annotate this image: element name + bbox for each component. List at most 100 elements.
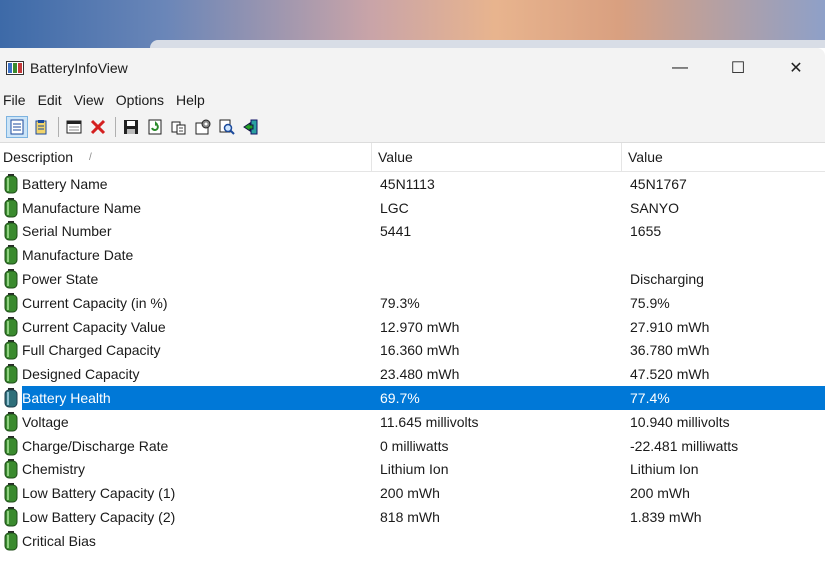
- row-label: Manufacture Date: [22, 247, 134, 264]
- battery-icon: [4, 459, 18, 479]
- row-value-1: [376, 267, 626, 291]
- row-value-2: 200 mWh: [630, 485, 690, 502]
- column-header-value-1[interactable]: Value: [372, 143, 622, 171]
- window-icon[interactable]: [63, 116, 85, 138]
- row-value-2: 10.940 millivolts: [630, 413, 730, 430]
- list-header: Description / Value Value: [0, 143, 825, 172]
- title-bar[interactable]: BatteryInfoView — ☐ ✕: [0, 48, 825, 88]
- options-icon[interactable]: [192, 116, 214, 138]
- row-value-1: 79.3%: [380, 294, 420, 311]
- list-item-selected[interactable]: Battery Health 69.7% 77.4%: [0, 386, 825, 410]
- row-value-2: -22.481 milliwatts: [630, 437, 739, 454]
- properties-icon[interactable]: [6, 116, 28, 138]
- column-header-label: Value: [378, 149, 413, 165]
- maximize-button[interactable]: ☐: [709, 48, 767, 88]
- delete-icon[interactable]: [87, 116, 109, 138]
- row-value-1: 12.970 mWh: [380, 318, 460, 335]
- row-label: Serial Number: [22, 223, 112, 240]
- row-value-2: 77.4%: [630, 390, 670, 407]
- battery-icon: [4, 364, 18, 384]
- battery-icon: [4, 245, 18, 265]
- row-value-1: [376, 529, 626, 553]
- row-label: Low Battery Capacity (2): [22, 509, 176, 526]
- column-header-description[interactable]: Description /: [0, 143, 372, 171]
- row-value-1: LGC: [380, 199, 409, 216]
- battery-icon: [4, 483, 18, 503]
- row-value-2: Discharging: [630, 271, 704, 288]
- row-value-1: [376, 243, 626, 267]
- row-value-2: Lithium Ion: [630, 461, 699, 478]
- column-header-value-2[interactable]: Value: [622, 143, 825, 171]
- row-value-1: 69.7%: [380, 390, 420, 407]
- battery-icon: [4, 411, 18, 432]
- list-item[interactable]: Low Battery Capacity (1) 200 mWh 200 mWh: [0, 481, 825, 505]
- battery-icon: [4, 530, 18, 551]
- list-item[interactable]: Critical Bias: [0, 529, 825, 553]
- list-item[interactable]: Battery Name 45N1113 45N1767: [0, 172, 825, 196]
- window-title: BatteryInfoView: [30, 60, 128, 76]
- row-value-2: 36.780 mWh: [630, 342, 710, 359]
- toolbar-separator: [58, 117, 59, 137]
- row-value-2: 75.9%: [630, 294, 670, 311]
- menu-options[interactable]: Options: [113, 92, 172, 108]
- battery-icon: [4, 173, 18, 194]
- search-icon[interactable]: [216, 116, 238, 138]
- list-item[interactable]: Low Battery Capacity (2) 818 mWh 1.839 mWh: [0, 505, 825, 529]
- row-value-1: 818 mWh: [380, 509, 440, 526]
- list-item[interactable]: Chemistry Lithium Ion Lithium Ion: [0, 458, 825, 482]
- menu-edit[interactable]: Edit: [35, 92, 70, 108]
- close-button[interactable]: ✕: [767, 48, 825, 88]
- row-label: Charge/Discharge Rate: [22, 437, 169, 454]
- battery-icon: [4, 435, 18, 456]
- row-value-2: SANYO: [630, 199, 680, 216]
- app-window: BatteryInfoView — ☐ ✕ File Edit View Opt…: [0, 48, 825, 567]
- report-icon[interactable]: [30, 116, 52, 138]
- row-label: Low Battery Capacity (1): [22, 485, 176, 502]
- row-label: Power State: [22, 271, 99, 288]
- menu-file[interactable]: File: [0, 92, 34, 108]
- list-item[interactable]: Current Capacity Value 12.970 mWh 27.910 m…: [0, 315, 825, 339]
- list-item[interactable]: Charge/Discharge Rate 0 milliwatts -22.481…: [0, 434, 825, 458]
- battery-app-icon: [6, 61, 24, 75]
- row-value-2: 1655: [630, 223, 662, 240]
- battery-icon: [4, 221, 18, 241]
- battery-info-list: Battery Name 45N1113 45N1767 Manufacture N…: [0, 172, 825, 553]
- row-label: Chemistry: [22, 461, 86, 478]
- row-label: Battery Name: [22, 175, 108, 192]
- list-item[interactable]: Manufacture Date: [0, 243, 825, 267]
- row-value-1: 45N1113: [380, 175, 435, 192]
- menu-help[interactable]: Help: [173, 92, 213, 108]
- row-value-1: 16.360 mWh: [380, 342, 460, 359]
- minimize-button[interactable]: —: [651, 48, 709, 88]
- row-value-1: Lithium Ion: [380, 461, 449, 478]
- list-item[interactable]: Serial Number 5441 1655: [0, 220, 825, 244]
- list-item[interactable]: Power State Discharging: [0, 267, 825, 291]
- exit-icon[interactable]: [240, 116, 262, 138]
- row-label: Designed Capacity: [22, 366, 140, 383]
- row-label: Current Capacity (in %): [22, 294, 168, 311]
- row-label: Battery Health: [22, 390, 111, 407]
- row-value-1: 0 milliwatts: [380, 437, 449, 454]
- refresh-icon[interactable]: [144, 116, 166, 138]
- column-header-label: Value: [628, 149, 663, 165]
- battery-icon: [4, 292, 18, 313]
- battery-icon: [4, 340, 18, 360]
- row-value-1: 23.480 mWh: [380, 366, 460, 383]
- list-item[interactable]: Voltage 11.645 millivolts 10.940 millivolt…: [0, 410, 825, 434]
- menu-view[interactable]: View: [71, 92, 112, 108]
- row-label: Full Charged Capacity: [22, 342, 161, 359]
- save-icon[interactable]: [120, 116, 142, 138]
- toolbar-separator: [115, 117, 116, 137]
- list-item[interactable]: Manufacture Name LGC SANYO: [0, 196, 825, 220]
- copy-icon[interactable]: [168, 116, 190, 138]
- column-header-label: Description: [3, 149, 74, 165]
- row-value-1: 200 mWh: [380, 485, 440, 502]
- row-value-2: 45N1767: [630, 175, 687, 192]
- battery-icon: [4, 197, 18, 218]
- list-item[interactable]: Designed Capacity 23.480 mWh 47.520 mWh: [0, 362, 825, 386]
- list-item[interactable]: Current Capacity (in %) 79.3% 75.9%: [0, 291, 825, 315]
- desktop-wallpaper: [0, 0, 825, 48]
- row-value-2: 47.520 mWh: [630, 366, 710, 383]
- row-value-2: 1.839 mWh: [630, 509, 702, 526]
- list-item[interactable]: Full Charged Capacity 16.360 mWh 36.780 mW…: [0, 339, 825, 363]
